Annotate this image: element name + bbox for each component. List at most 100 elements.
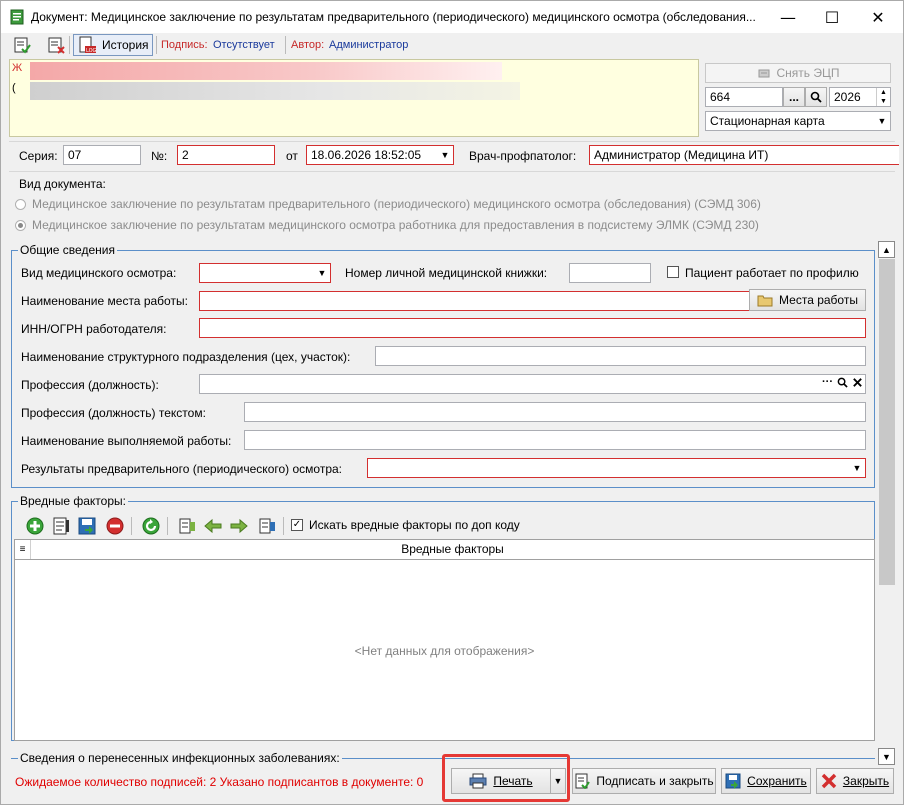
save-list-icon[interactable] — [77, 516, 97, 536]
date-value: 18.06.2026 18:52:05 — [311, 148, 422, 162]
history-button[interactable]: LOG История — [73, 34, 153, 56]
ecp-key-icon — [758, 69, 769, 78]
doc-type-option-230[interactable]: Медицинское заключение по результатам ме… — [32, 218, 759, 232]
doc-type-option-306[interactable]: Медицинское заключение по результатам пр… — [32, 197, 761, 211]
toolbar: LOG История Подпись: Отсутствует Автор: … — [1, 33, 903, 57]
search-by-code-checkbox[interactable]: ✓ — [291, 519, 303, 531]
date-field[interactable]: 18.06.2026 18:52:05 ▼ — [306, 145, 454, 165]
general-info-group — [11, 250, 875, 488]
doc-type-radio-230[interactable] — [15, 220, 26, 231]
med-book-label: Номер личной медицинской книжки: — [345, 266, 548, 280]
save-icon — [725, 773, 741, 789]
author-value: Администратор — [329, 39, 409, 51]
work-name-field[interactable] — [244, 430, 866, 450]
arrow-left-icon[interactable] — [203, 516, 223, 536]
print-label: Печать — [493, 774, 533, 788]
search-icon — [810, 91, 822, 103]
card-type-value: Стационарная карта — [710, 114, 825, 128]
works-by-profile-label: Пациент работает по профилю — [685, 266, 859, 280]
scroll-down-button[interactable]: ▼ — [878, 748, 895, 765]
card-year-spinner[interactable]: 2026 ▲ ▼ — [829, 87, 891, 107]
maximize-button[interactable]: ☐ — [809, 1, 855, 33]
remove-ecp-button[interactable]: Снять ЭЦП — [705, 63, 891, 83]
series-field[interactable]: 07 — [63, 145, 141, 165]
series-label: Серия: — [19, 149, 58, 163]
card-number-field[interactable]: 664 — [705, 87, 783, 107]
patient-line-1: Ж — [12, 62, 23, 74]
edit-list-icon[interactable] — [51, 516, 71, 536]
workplaces-label: Места работы — [779, 293, 858, 307]
sign-document-icon[interactable] — [13, 36, 31, 54]
history-label: История — [102, 38, 149, 52]
delete-signature-icon[interactable] — [47, 36, 65, 54]
search-card-button[interactable] — [805, 87, 827, 107]
minimize-button[interactable]: — — [765, 1, 811, 33]
med-book-field[interactable] — [569, 263, 651, 283]
inn-field[interactable] — [199, 318, 866, 338]
column-header-harmful[interactable]: Вредные факторы — [31, 540, 874, 559]
remove-icon[interactable] — [105, 516, 125, 536]
list-export-icon[interactable] — [257, 516, 277, 536]
works-by-profile-checkbox[interactable] — [667, 266, 679, 278]
form-scrollbar[interactable]: ▲ ▼ — [878, 241, 896, 765]
refresh-icon[interactable] — [141, 516, 161, 536]
window-title: Документ: Медицинское заключение по резу… — [31, 10, 756, 24]
calendar-dropdown-icon[interactable]: ▼ — [437, 146, 453, 164]
sign-and-close-label: Подписать и закрыть — [596, 774, 714, 788]
year-spin-arrows[interactable]: ▲ ▼ — [876, 88, 890, 106]
scroll-up-button[interactable]: ▲ — [878, 241, 895, 258]
column-chooser-icon[interactable]: ≡ — [15, 540, 31, 559]
close-icon — [821, 773, 837, 789]
number-label: №: — [151, 149, 168, 163]
sign-and-close-button[interactable]: Подписать и закрыть — [572, 768, 716, 794]
close-button[interactable]: Закрыть — [816, 768, 894, 794]
subdivision-field[interactable] — [375, 346, 866, 366]
search-icon[interactable] — [837, 377, 848, 388]
doctor-field[interactable]: Администратор (Медицина ИТ) — [589, 145, 899, 165]
workplace-label: Наименование места работы: — [21, 294, 188, 308]
general-info-title: Общие сведения — [18, 243, 117, 257]
save-label: Сохранить — [747, 774, 807, 788]
save-button[interactable]: Сохранить — [721, 768, 811, 794]
exam-type-label: Вид медицинского осмотра: — [21, 266, 177, 280]
doctor-label: Врач-профпатолог: — [469, 149, 577, 163]
card-year-value: 2026 — [834, 90, 861, 104]
document-window: Документ: Медицинское заключение по резу… — [0, 0, 904, 805]
exam-type-select[interactable]: ▼ — [199, 263, 331, 283]
patient-info-panel: Ж ( — [9, 59, 699, 137]
harmful-factors-grid[interactable]: ≡ Вредные факторы <Нет данных для отобра… — [14, 539, 875, 741]
add-icon[interactable] — [25, 516, 45, 536]
work-name-label: Наименование выполняемой работы: — [21, 434, 232, 448]
browse-card-button[interactable]: ... — [783, 87, 805, 107]
harmful-factors-title: Вредные факторы: — [18, 494, 128, 508]
document-icon — [10, 9, 24, 25]
more-icon[interactable]: ··· — [822, 376, 833, 388]
scroll-thumb[interactable] — [879, 259, 895, 585]
grid-header-row: ≡ Вредные факторы — [15, 540, 874, 560]
chevron-down-icon: ▼ — [852, 463, 862, 473]
patient-line-2: ( — [12, 82, 16, 94]
list-move-icon[interactable] — [177, 516, 197, 536]
workplace-field[interactable] — [199, 291, 751, 311]
redacted-patient-name — [30, 62, 502, 80]
redacted-patient-details — [30, 82, 520, 100]
inn-label: ИНН/ОГРН работодателя: — [21, 322, 167, 336]
arrow-right-icon[interactable] — [229, 516, 249, 536]
profession-text-field[interactable] — [244, 402, 866, 422]
close-window-button[interactable]: ✕ — [855, 1, 901, 33]
infections-title: Сведения о перенесенных инфекционных заб… — [18, 751, 342, 765]
folder-icon — [757, 295, 773, 307]
signature-caption: Подпись: — [161, 39, 208, 51]
profession-actions: ··· — [822, 376, 863, 388]
clear-icon[interactable] — [852, 377, 863, 388]
number-field[interactable]: 2 — [177, 145, 275, 165]
log-icon: LOG — [79, 36, 96, 54]
print-button[interactable]: Печать — [451, 768, 551, 794]
print-dropdown-button[interactable]: ▼ — [550, 768, 566, 794]
doc-type-radio-306[interactable] — [15, 199, 26, 210]
profession-field[interactable]: ··· — [199, 374, 866, 394]
chevron-down-icon: ▼ — [877, 116, 887, 126]
workplaces-button[interactable]: Места работы — [749, 289, 866, 311]
results-select[interactable]: ▼ — [367, 458, 866, 478]
card-type-select[interactable]: Стационарная карта ▼ — [705, 111, 891, 131]
